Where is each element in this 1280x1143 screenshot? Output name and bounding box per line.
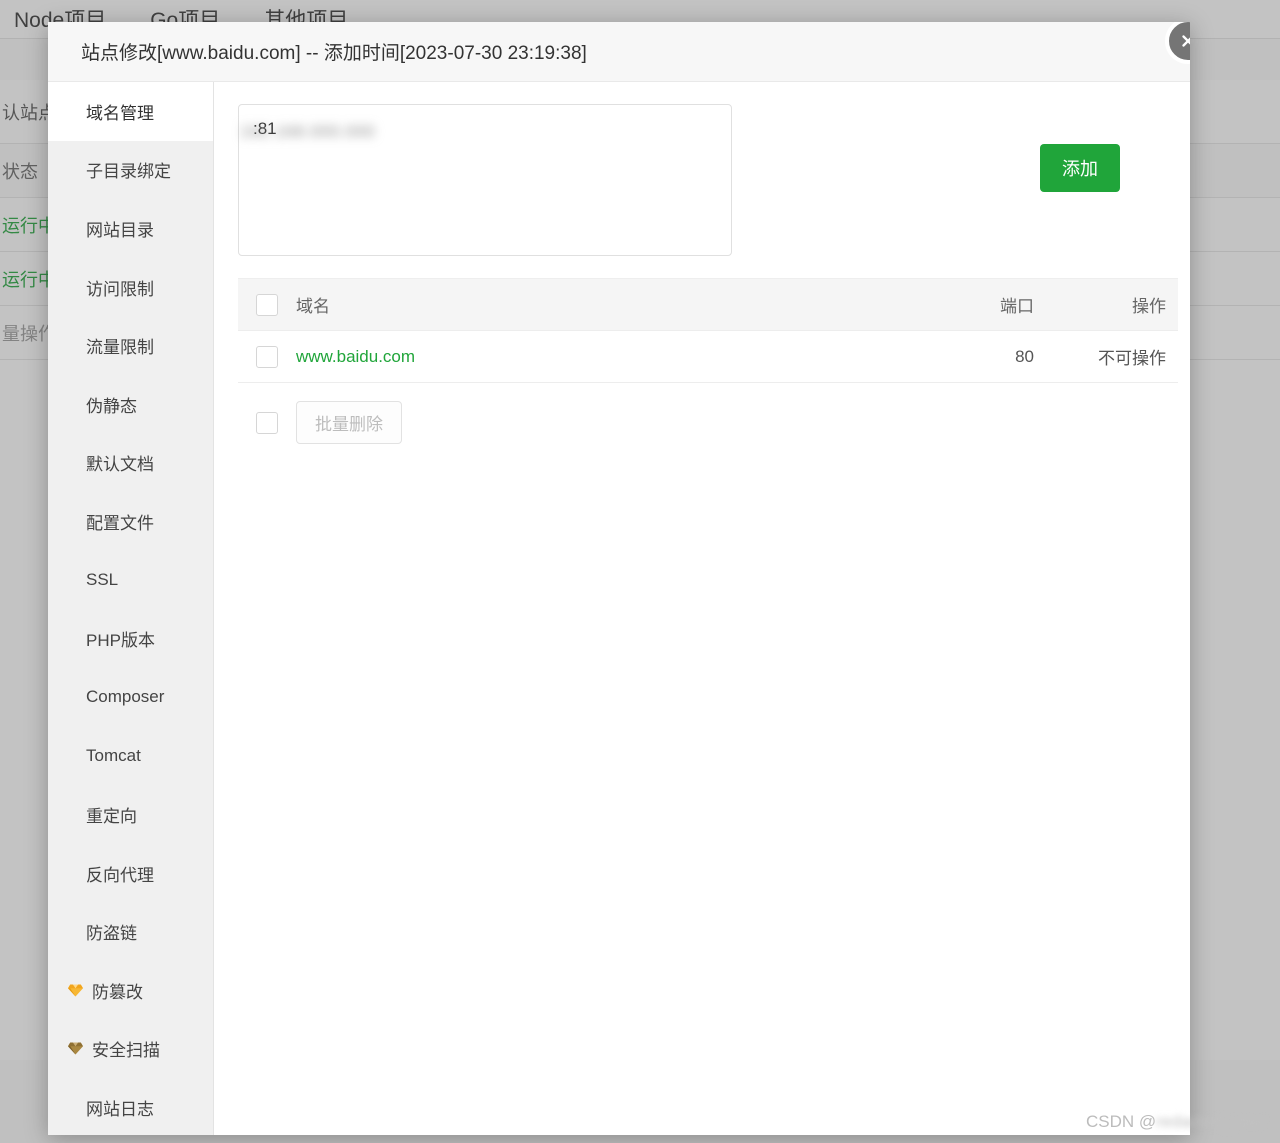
sidebar-item-label: 防盗链 [86, 924, 137, 944]
select-all-cell [238, 293, 296, 316]
domain-manage-panel: 添加 192.168.000.000 域名 端口 操作 [214, 82, 1190, 1135]
sidebar-item-anti-leech[interactable]: 防盗链 [48, 902, 213, 961]
sidebar-item-label: 默认文档 [86, 455, 154, 475]
sidebar-item-label: 流量限制 [86, 338, 154, 358]
csdn-watermark: CSDN @ redacted_user [1086, 1112, 1265, 1132]
sidebar-item-site-log[interactable]: 网站日志 [48, 1078, 213, 1135]
sidebar-item-label: Tomcat [86, 745, 141, 765]
gem-icon-gold [68, 984, 83, 997]
sidebar-item-config-file[interactable]: 配置文件 [48, 492, 213, 551]
bulk-delete-button[interactable]: 批量删除 [296, 401, 402, 444]
sidebar-item-site-directory[interactable]: 网站目录 [48, 199, 213, 258]
domain-link[interactable]: www.baidu.com [296, 347, 415, 366]
table-header-row: 域名 端口 操作 [238, 279, 1178, 331]
sidebar-item-redirect[interactable]: 重定向 [48, 785, 213, 844]
sidebar-item-security-scan[interactable]: 安全扫描 [48, 1020, 213, 1079]
sidebar-item-pseudo-static[interactable]: 伪静态 [48, 375, 213, 434]
sidebar-item-label: 反向代理 [86, 865, 154, 885]
sidebar-item-label: Composer [86, 687, 165, 707]
add-button-slot: 添加 [732, 104, 1178, 192]
sidebar-item-tamper-protection[interactable]: 防篡改 [48, 961, 213, 1020]
row-select-cell [238, 345, 296, 368]
column-header-port: 端口 [1000, 297, 1034, 316]
sidebar-item-label: 网站目录 [86, 220, 154, 240]
sidebar-item-php-version[interactable]: PHP版本 [48, 609, 213, 668]
column-header-domain: 域名 [296, 297, 330, 316]
select-all-checkbox[interactable] [256, 293, 278, 316]
sidebar-item-reverse-proxy[interactable]: 反向代理 [48, 844, 213, 903]
dialog-body: 域名管理 子目录绑定 网站目录 访问限制 流量限制 伪静态 默认文档 配置文件 … [48, 82, 1190, 1135]
sidebar-item-label: SSL [86, 570, 119, 590]
sidebar-item-label: 访问限制 [86, 279, 154, 299]
cell-domain: www.baidu.com [296, 347, 914, 367]
sidebar-item-traffic-limit[interactable]: 流量限制 [48, 316, 213, 375]
sidebar-item-label: 子目录绑定 [86, 162, 171, 182]
add-domain-zone: 添加 [238, 104, 1178, 256]
sidebar-item-label: 配置文件 [86, 513, 154, 533]
sidebar-item-composer[interactable]: Composer [48, 668, 213, 727]
add-button[interactable]: 添加 [1040, 144, 1120, 192]
sidebar-item-label: 防篡改 [92, 982, 143, 1002]
sidebar-item-ssl[interactable]: SSL [48, 551, 213, 610]
close-icon [1182, 35, 1190, 47]
sidebar-item-label: 重定向 [86, 806, 137, 826]
dialog-title: 站点修改[www.baidu.com] -- 添加时间[2023-07-30 2… [48, 22, 1190, 82]
watermark-redacted-name: redacted_user [1156, 1112, 1265, 1131]
cell-action: 不可操作 [1098, 349, 1166, 368]
sidebar-item-access-limit[interactable]: 访问限制 [48, 258, 213, 317]
cell-port: 80 [1015, 346, 1034, 366]
background-label-status: 状态 [2, 161, 38, 182]
bulk-select-cell [238, 411, 296, 434]
table-row: www.baidu.com 80 不可操作 [238, 331, 1178, 383]
bulk-select-checkbox[interactable] [256, 411, 278, 434]
watermark-prefix: CSDN @ [1086, 1112, 1157, 1131]
dialog-sidebar: 域名管理 子目录绑定 网站目录 访问限制 流量限制 伪静态 默认文档 配置文件 … [48, 82, 214, 1135]
row-checkbox[interactable] [256, 345, 278, 368]
sidebar-item-label: PHP版本 [86, 631, 155, 651]
sidebar-item-tomcat[interactable]: Tomcat [48, 727, 213, 786]
sidebar-item-default-document[interactable]: 默认文档 [48, 434, 213, 493]
sidebar-item-label: 域名管理 [86, 103, 154, 123]
sidebar-item-label: 网站日志 [86, 1099, 154, 1119]
site-edit-dialog: 站点修改[www.baidu.com] -- 添加时间[2023-07-30 2… [48, 22, 1190, 1135]
gem-icon-bronze [68, 1042, 83, 1055]
domain-input[interactable] [238, 104, 732, 256]
sidebar-item-domain-manage[interactable]: 域名管理 [48, 82, 213, 141]
sidebar-item-label: 安全扫描 [92, 1041, 160, 1061]
sidebar-item-subdir-bind[interactable]: 子目录绑定 [48, 141, 213, 200]
domain-table: 域名 端口 操作 www.baidu.com 80 不可操作 [238, 278, 1178, 383]
page-root: Node项目 Go项目 其他项目 认站点 状态 运行中 运行中 量操作 站点修改… [0, 0, 1280, 1143]
bulk-actions-zone: 批量删除 [238, 401, 1178, 444]
column-header-action: 操作 [1132, 297, 1166, 316]
sidebar-item-label: 伪静态 [86, 396, 137, 416]
